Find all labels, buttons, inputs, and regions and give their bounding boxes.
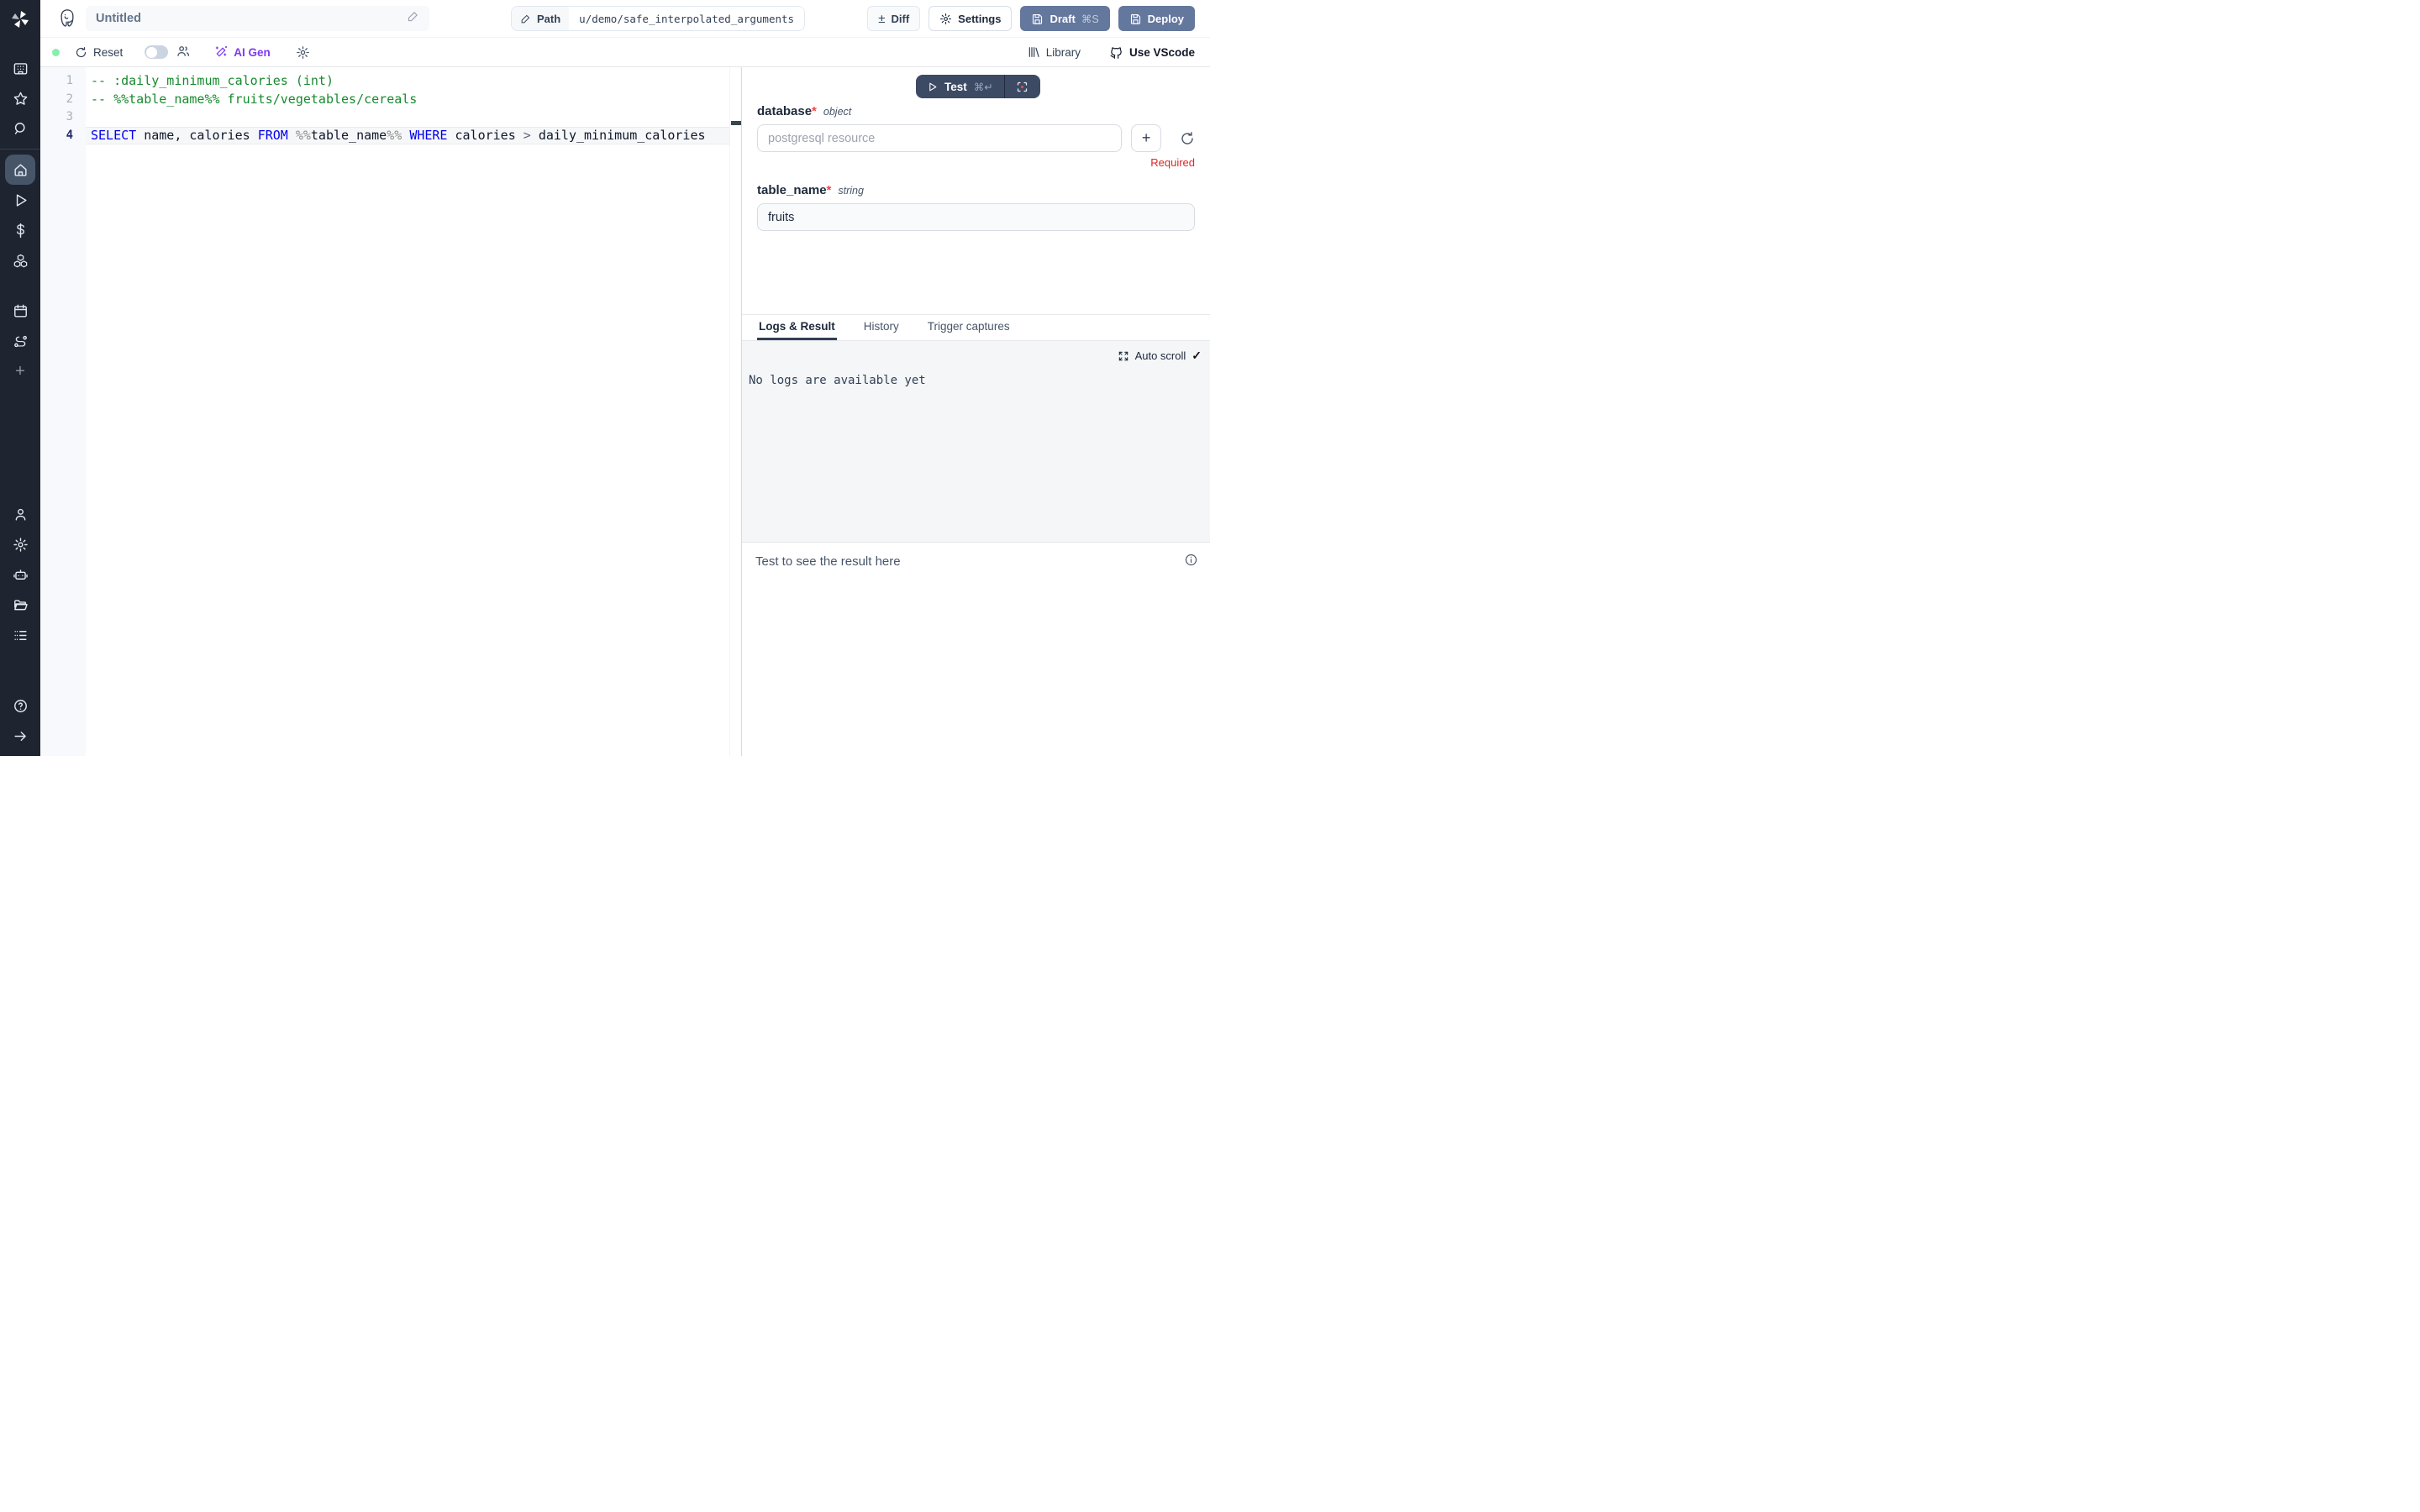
deploy-button[interactable]: Deploy — [1118, 6, 1195, 31]
favorites-icon[interactable] — [5, 83, 35, 113]
github-icon — [1109, 45, 1123, 60]
user-icon[interactable] — [5, 499, 35, 529]
collapse-arrow-icon[interactable] — [5, 721, 35, 751]
info-icon — [1184, 553, 1198, 567]
path-field[interactable]: Path u/demo/safe_interpolated_arguments — [511, 6, 805, 31]
editor-toolbar: Reset AI Gen Library Use VScode — [40, 38, 1210, 67]
sidebar-item-home[interactable] — [5, 155, 35, 185]
table-name-input[interactable] — [757, 203, 1195, 231]
result-placeholder: Test to see the result here — [755, 554, 901, 569]
path-label-segment: Path — [512, 7, 569, 30]
pencil-icon[interactable] — [407, 10, 419, 27]
check-icon: ✓ — [1192, 349, 1202, 363]
auto-scroll-toggle[interactable]: Auto scroll ✓ — [1118, 349, 1202, 363]
line-number: 2 — [40, 91, 86, 109]
add-resource-button[interactable]: + — [1131, 124, 1161, 152]
sidebar-item-resources[interactable] — [5, 245, 35, 276]
field-label-table-name: table_name* — [757, 183, 831, 197]
sidebar: + — [0, 0, 40, 756]
field-type-database: object — [823, 106, 851, 118]
draft-shortcut: ⌘S — [1081, 13, 1099, 25]
sidebar-item-schedules[interactable] — [5, 296, 35, 326]
add-icon[interactable]: + — [5, 356, 35, 386]
database-input[interactable] — [757, 124, 1122, 152]
run-panel: Test ⌘↵ database* object — [741, 67, 1210, 756]
refresh-icon — [1180, 131, 1195, 146]
refresh-icon — [75, 46, 87, 59]
library-icon — [1027, 45, 1040, 59]
capture-icon — [1016, 81, 1028, 93]
reset-button[interactable]: Reset — [75, 46, 123, 59]
path-value: u/demo/safe_interpolated_arguments — [569, 7, 804, 30]
field-label-database: database* — [757, 104, 817, 118]
result-panel: Test to see the result here — [742, 542, 1210, 756]
diff-icon: ± — [878, 12, 885, 26]
test-button[interactable]: Test ⌘↵ — [916, 75, 1004, 98]
logs-icon[interactable] — [5, 620, 35, 650]
workers-icon[interactable] — [5, 559, 35, 590]
capture-button[interactable] — [1005, 75, 1040, 98]
code-line[interactable]: -- %%table_name%% fruits/vegetables/cere… — [86, 91, 729, 109]
draft-button[interactable]: Draft ⌘S — [1020, 6, 1109, 31]
save-icon — [1031, 13, 1044, 25]
ai-gen-button[interactable]: AI Gen — [214, 45, 271, 59]
code-line[interactable]: -- :daily_minimum_calories (int) — [86, 72, 729, 91]
sidebar-divider — [0, 149, 40, 150]
test-button-group: Test ⌘↵ — [916, 75, 1040, 98]
sidebar-item-variables[interactable] — [5, 215, 35, 245]
line-number: 4 — [40, 127, 86, 145]
library-button[interactable]: Library — [1027, 45, 1081, 59]
script-title: Untitled — [96, 12, 407, 25]
plus-icon: + — [1142, 129, 1151, 147]
settings-icon[interactable] — [5, 529, 35, 559]
gear-icon — [939, 13, 952, 25]
script-name-field[interactable]: Untitled — [86, 6, 429, 31]
editor-gutter: 1234 — [40, 67, 86, 756]
tab-logs-result[interactable]: Logs & Result — [757, 315, 837, 340]
code-editor[interactable]: 1234 -- :daily_minimum_calories (int)-- … — [40, 67, 741, 756]
arguments-form: Test ⌘↵ database* object — [742, 67, 1210, 314]
status-dot — [52, 49, 60, 56]
sidebar-item-runs[interactable] — [5, 185, 35, 215]
windmill-logo[interactable] — [0, 0, 40, 38]
tab-trigger-captures[interactable]: Trigger captures — [926, 315, 1012, 340]
result-tabs: Logs & Result History Trigger captures — [742, 314, 1210, 340]
search-icon[interactable] — [5, 113, 35, 144]
pencil-icon — [520, 13, 531, 24]
line-number: 1 — [40, 72, 86, 91]
empty-logs-message: No logs are available yet — [749, 374, 926, 387]
info-button[interactable] — [1184, 553, 1198, 567]
diff-mode-toggle[interactable] — [145, 45, 168, 59]
code-lines[interactable]: -- :daily_minimum_calories (int)-- %%tab… — [86, 67, 729, 756]
field-type-table-name: string — [838, 185, 864, 197]
top-bar: Untitled Path u/demo/safe_interpolated_a… — [40, 0, 1210, 38]
settings-button[interactable]: Settings — [929, 6, 1012, 31]
diff-button[interactable]: ± Diff — [867, 6, 920, 31]
code-line[interactable] — [86, 108, 729, 127]
script-settings-button[interactable] — [296, 45, 310, 60]
play-icon — [927, 81, 938, 92]
app-window: + — [0, 0, 1210, 756]
editor-scrollbar[interactable] — [729, 67, 741, 756]
postgresql-icon — [58, 8, 76, 29]
workspace-icon[interactable] — [5, 53, 35, 83]
required-note: Required — [1150, 156, 1195, 169]
expand-icon — [1118, 350, 1129, 362]
save-icon — [1129, 13, 1142, 25]
log-panel: Auto scroll ✓ No logs are available yet — [742, 340, 1210, 542]
sidebar-item-flows[interactable] — [5, 326, 35, 356]
tab-history[interactable]: History — [862, 315, 901, 340]
scroll-position-mark — [731, 121, 741, 125]
users-icon — [176, 44, 191, 61]
use-vscode-button[interactable]: Use VScode — [1109, 45, 1195, 60]
help-icon[interactable] — [5, 690, 35, 721]
refresh-resource-button[interactable] — [1180, 131, 1195, 146]
code-line[interactable]: SELECT name, calories FROM %%table_name%… — [86, 127, 729, 145]
folders-icon[interactable] — [5, 590, 35, 620]
gear-icon — [296, 45, 310, 60]
line-number: 3 — [40, 108, 86, 127]
magic-wand-icon — [214, 45, 228, 59]
test-shortcut: ⌘↵ — [974, 81, 993, 93]
